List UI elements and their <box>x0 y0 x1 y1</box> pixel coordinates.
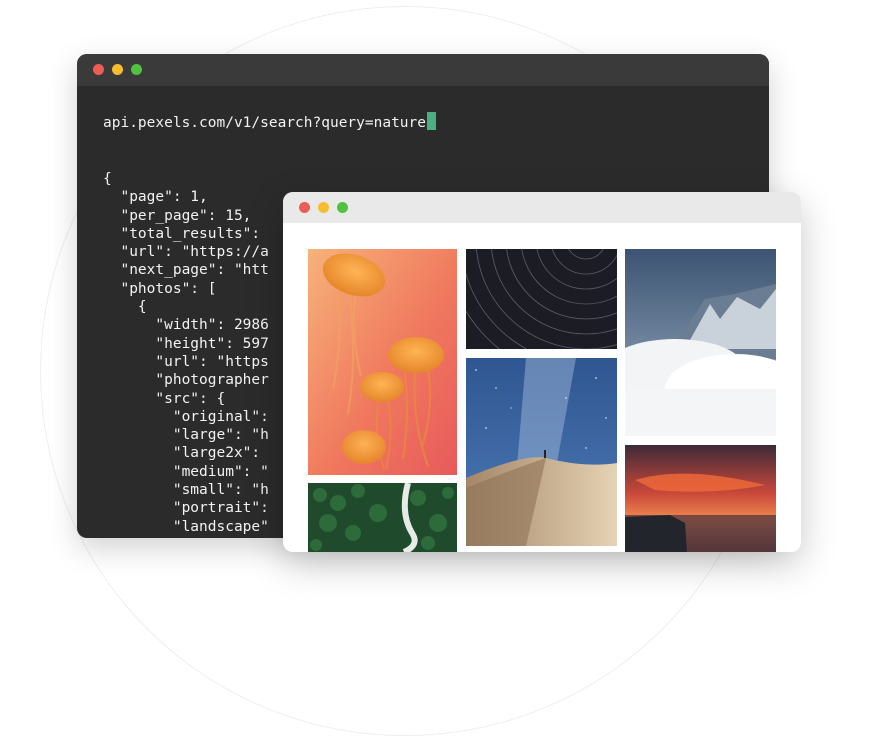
json-line: { <box>103 171 112 187</box>
api-url-text: api.pexels.com/v1/search?query=nature <box>103 115 427 131</box>
minimize-dot-icon[interactable] <box>318 202 329 213</box>
photo-milky-way-desert[interactable] <box>466 358 617 546</box>
close-dot-icon[interactable] <box>93 64 104 75</box>
text-cursor <box>427 112 437 130</box>
browser-titlebar <box>283 192 801 223</box>
maximize-dot-icon[interactable] <box>131 64 142 75</box>
photo-jellyfish[interactable] <box>308 249 457 475</box>
minimize-dot-icon[interactable] <box>112 64 123 75</box>
photo-star-trails[interactable] <box>466 249 617 349</box>
photo-snowy-mountain[interactable] <box>625 249 776 436</box>
maximize-dot-icon[interactable] <box>337 202 348 213</box>
browser-window <box>283 192 801 552</box>
api-url-line[interactable]: api.pexels.com/v1/search?query=nature <box>103 112 759 132</box>
photo-sunset-sea[interactable] <box>625 445 776 552</box>
close-dot-icon[interactable] <box>299 202 310 213</box>
photo-forest-road-aerial[interactable] <box>308 483 457 552</box>
terminal-titlebar <box>77 54 769 86</box>
